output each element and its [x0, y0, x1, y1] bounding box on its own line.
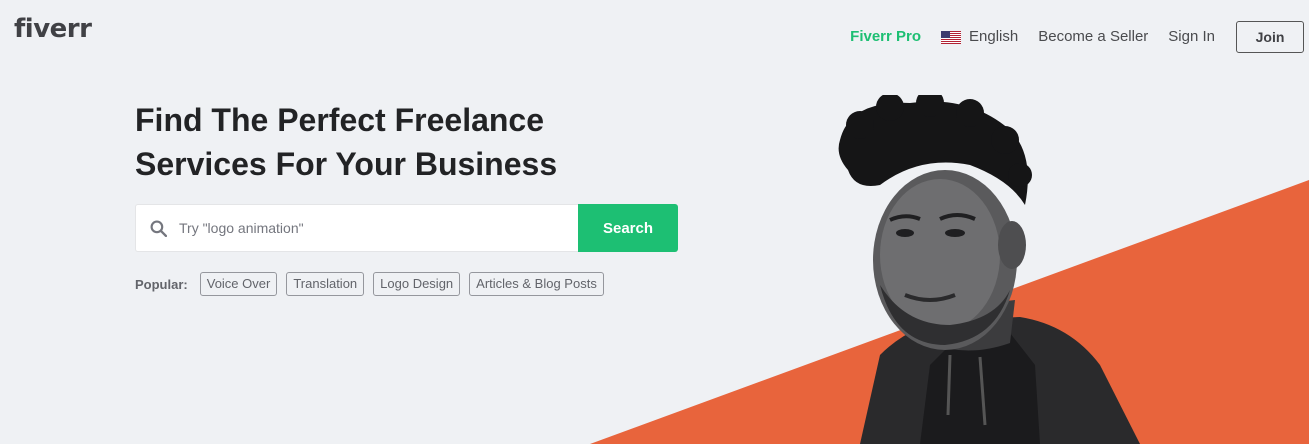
nav-sign-in[interactable]: Sign In [1168, 21, 1215, 53]
site-header: fiverr Fiverr Pro English Become a Selle… [0, 0, 1309, 72]
hero-title: Find The Perfect Freelance Services For … [135, 102, 558, 182]
popular-tag-logo-design[interactable]: Logo Design [373, 272, 461, 296]
hero-person-image [838, 95, 1140, 444]
search-button[interactable]: Search [578, 204, 678, 252]
language-selector[interactable]: English [941, 21, 1018, 53]
join-button[interactable]: Join [1236, 21, 1304, 53]
popular-label: Popular: [135, 276, 188, 292]
popular-tag-articles-blog-posts[interactable]: Articles & Blog Posts [469, 272, 604, 296]
popular-tag-translation[interactable]: Translation [286, 272, 365, 296]
nav-fiverr-pro[interactable]: Fiverr Pro [850, 21, 921, 53]
top-nav: Fiverr Pro English Become a Seller Sign … [850, 21, 1304, 53]
language-label: English [969, 28, 1019, 45]
popular-tag-voice-over[interactable]: Voice Over [199, 272, 278, 296]
search-bar: Search [135, 204, 678, 252]
search-input[interactable] [179, 220, 539, 236]
fiverr-logo[interactable]: fiverr [14, 14, 92, 44]
search-field-wrapper [135, 204, 578, 252]
popular-searches: Popular: Voice Over Translation Logo Des… [135, 272, 613, 296]
search-icon [150, 220, 167, 237]
nav-become-seller[interactable]: Become a Seller [1038, 21, 1148, 53]
us-flag-icon [941, 30, 962, 44]
